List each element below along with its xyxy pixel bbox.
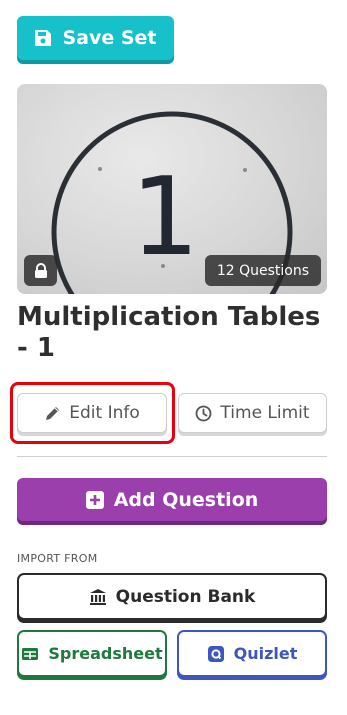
set-cover-image: 1 12 Questions — [17, 84, 327, 294]
spreadsheet-label: Spreadsheet — [48, 644, 163, 663]
bank-icon — [89, 588, 106, 605]
add-question-label: Add Question — [113, 488, 259, 511]
set-title: Multiplication Tables - 1 — [17, 302, 321, 363]
question-count-badge: 12 Questions — [204, 255, 321, 286]
save-set-label: Save Set — [62, 27, 157, 49]
add-question-button[interactable]: Add Question — [17, 478, 327, 521]
quizlet-label: Quizlet — [233, 644, 298, 663]
lock-icon — [34, 262, 47, 278]
question-bank-label: Question Bank — [115, 586, 256, 607]
import-from-heading: IMPORT FROM — [17, 552, 98, 565]
clock-icon — [196, 405, 212, 421]
floppy-disk-icon — [35, 30, 52, 46]
private-lock-badge — [24, 255, 57, 286]
cover-number: 1 — [131, 155, 200, 280]
question-bank-button[interactable]: Question Bank — [17, 573, 327, 620]
plus-square-icon — [85, 490, 104, 509]
table-icon — [22, 647, 39, 660]
divider — [17, 456, 327, 457]
time-limit-button[interactable]: Time Limit — [178, 393, 327, 433]
spreadsheet-button[interactable]: Spreadsheet — [17, 630, 167, 677]
save-set-button[interactable]: Save Set — [17, 16, 174, 60]
time-limit-label: Time Limit — [220, 403, 310, 423]
quizlet-button[interactable]: Quizlet — [177, 630, 327, 677]
highlight-box — [10, 382, 175, 444]
quizlet-icon — [207, 645, 224, 662]
